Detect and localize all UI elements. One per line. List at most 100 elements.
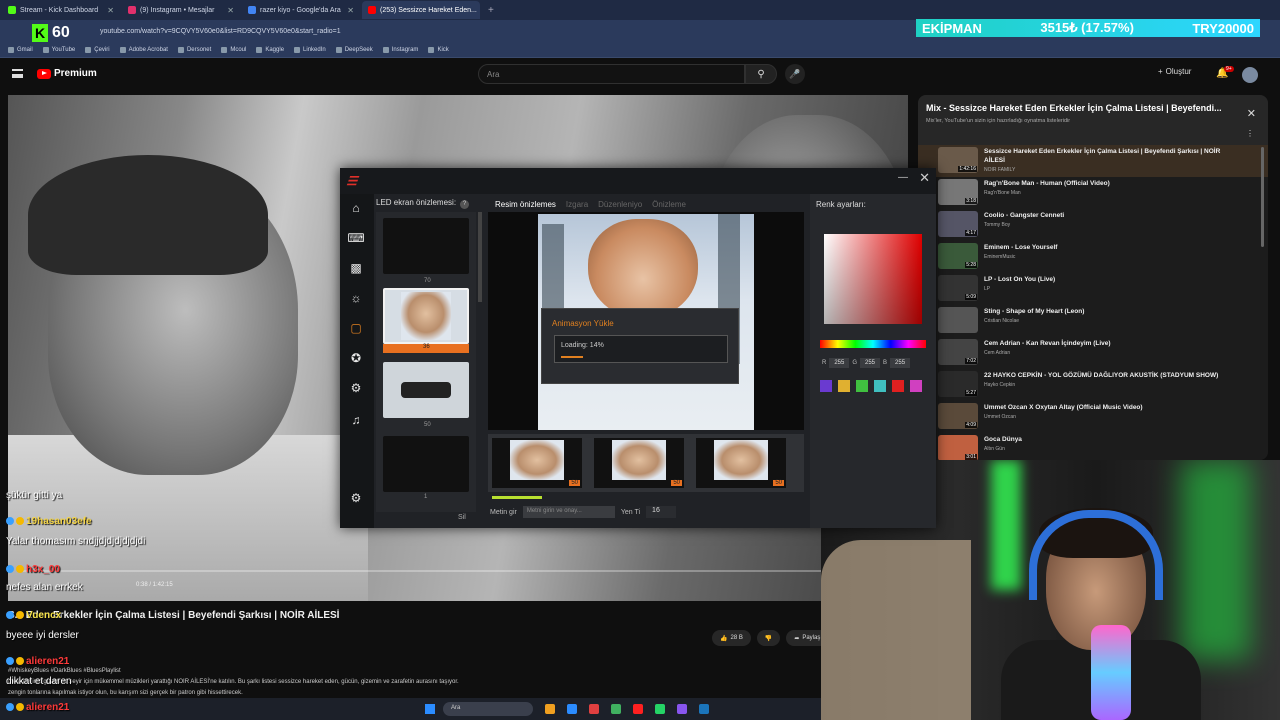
discord-icon[interactable]: [677, 704, 687, 714]
playlist-item[interactable]: 3:18 Rag'n'Bone Man - Human (Official Vid…: [918, 177, 1268, 209]
color-gradient-picker[interactable]: [824, 234, 922, 324]
close-icon[interactable]: ✕: [919, 170, 930, 186]
ticker-right: TRY20000: [1192, 20, 1254, 36]
playlist-scrollbar[interactable]: [1261, 147, 1264, 247]
bookmark-item[interactable]: Kick: [428, 46, 449, 53]
bookmark-item[interactable]: Mcoul: [221, 46, 246, 53]
chat-username[interactable]: 19hasan03efe: [26, 516, 92, 527]
bookmark-item[interactable]: Adobe Acrobat: [119, 46, 168, 53]
lightbulb-icon[interactable]: ☼: [347, 290, 365, 306]
fox-thumbnail: [510, 440, 564, 480]
steam-icon[interactable]: [699, 704, 709, 714]
delete-button[interactable]: Sil: [458, 514, 466, 521]
playlist-title[interactable]: Mix - Sessizce Hareket Eden Erkekler İçi…: [926, 103, 1226, 113]
home-icon[interactable]: ⌂: [347, 200, 365, 216]
playlist-item[interactable]: Sting - Shape of My Heart (Leon) Cristian…: [918, 305, 1268, 337]
keyboard-icon[interactable]: ⌨: [347, 230, 365, 246]
url-field[interactable]: youtube.com/watch?v=9CQVY5V60e0&list=RD9…: [100, 28, 341, 35]
strip-frame-3[interactable]: 50: [696, 438, 786, 488]
chat-username[interactable]: h3x_00: [26, 564, 60, 575]
led-screen-icon[interactable]: ▢: [347, 320, 365, 336]
color-swatch[interactable]: [838, 380, 850, 392]
chat-username[interactable]: Vuencx: [26, 610, 61, 621]
youtube-logo[interactable]: Premium: [37, 68, 97, 79]
tab-grid[interactable]: Izgara: [566, 200, 588, 209]
playlist-item[interactable]: 1:42:16 Sessizce Hareket Eden Erkekler İç…: [918, 145, 1268, 177]
playlist-item[interactable]: 7:02 Cem Adrian - Kan Revan İçindeyim (Li…: [918, 337, 1268, 369]
led-list-scrollbar[interactable]: [478, 212, 482, 302]
app-icon[interactable]: [589, 704, 599, 714]
avatar[interactable]: [1242, 67, 1258, 83]
led-frame-1[interactable]: [383, 218, 469, 274]
bookmark-item[interactable]: Instagram: [382, 46, 418, 53]
dislike-button[interactable]: 👎: [756, 630, 781, 646]
close-icon[interactable]: ✕: [1247, 107, 1256, 120]
edge-icon[interactable]: [567, 704, 577, 714]
r-input[interactable]: 255: [829, 358, 850, 368]
strip-frame-2[interactable]: 50: [594, 438, 684, 488]
playlist-item[interactable]: 5:09 LP - Lost On You (Live) LP: [918, 273, 1268, 305]
music-icon[interactable]: ♫: [347, 412, 365, 428]
voice-search-button[interactable]: 🎤: [785, 64, 805, 84]
color-swatch[interactable]: [820, 380, 832, 392]
windows-start-icon[interactable]: [425, 704, 435, 714]
playlist-item[interactable]: 4:17 Coolio - Gangster Cenneti Tommy Boy: [918, 209, 1268, 241]
playlist-item[interactable]: 4:09 Ummet Ozcan X Oxytan Altay (Official…: [918, 401, 1268, 433]
bookmark-item[interactable]: LinkedIn: [294, 46, 326, 53]
playlist-item[interactable]: 5:28 Eminem - Lose Yourself EminemMusic: [918, 241, 1268, 273]
bookmark-item[interactable]: Gmail: [8, 46, 33, 53]
hue-slider[interactable]: [820, 340, 926, 348]
browser-tab[interactable]: (253) Sessizce Hareket Eden...✕: [362, 1, 480, 19]
chat-username[interactable]: alieren21: [26, 656, 69, 667]
bookmark-item[interactable]: Kaggle: [256, 46, 284, 53]
bookmark-item[interactable]: YouTube: [42, 46, 75, 53]
bookmark-item[interactable]: DeepSeek: [335, 46, 373, 53]
minimize-icon[interactable]: —: [898, 172, 908, 183]
g-input[interactable]: 255: [860, 358, 881, 368]
color-swatch[interactable]: [874, 380, 886, 392]
close-tab-icon[interactable]: ✕: [347, 6, 354, 15]
close-tab-icon[interactable]: ✕: [227, 6, 234, 15]
playlist-item[interactable]: 3:01 Goca Dünya Altın Gün: [918, 433, 1268, 460]
b-input[interactable]: 255: [890, 358, 911, 368]
led-frame-2-selected[interactable]: [383, 288, 469, 344]
browser-tab[interactable]: Stream - Kick Dashboard ✕: [2, 1, 120, 19]
chat-username[interactable]: alieren21: [26, 702, 69, 713]
font-size-input[interactable]: 16: [646, 506, 677, 518]
bookmark-item[interactable]: Dersonet: [177, 46, 211, 53]
tab-image-preview[interactable]: Resim önizlemes: [495, 200, 556, 209]
color-swatch[interactable]: [892, 380, 904, 392]
search-button[interactable]: ⚲: [745, 64, 777, 84]
text-input[interactable]: Metni girin ve onay...: [522, 506, 615, 518]
globe-icon[interactable]: ⚙: [347, 380, 365, 396]
bookmark-icon: [221, 46, 228, 53]
led-frame-3[interactable]: [383, 362, 469, 418]
terminal-icon[interactable]: ▩: [347, 260, 365, 276]
browser-tab[interactable]: razer kiyo - Google'da Ara ✕: [242, 1, 360, 19]
more-options-icon[interactable]: ⋮: [1246, 129, 1254, 138]
settings-gear-icon[interactable]: ⚙: [347, 490, 365, 506]
badge-icon[interactable]: ✪: [347, 350, 365, 366]
create-button[interactable]: + Oluştur: [1158, 67, 1191, 76]
color-swatch[interactable]: [856, 380, 868, 392]
like-button[interactable]: 👍 28 B: [712, 630, 751, 646]
led-frame-4[interactable]: [383, 436, 469, 492]
color-swatch[interactable]: [910, 380, 922, 392]
chrome-icon[interactable]: [611, 704, 621, 714]
new-tab-icon[interactable]: +: [488, 5, 494, 16]
playlist-item[interactable]: 5:27 22 HAYKO CEPKİN - YOL GÖZÜMÜ DAĞLIYO…: [918, 369, 1268, 401]
whatsapp-icon[interactable]: [655, 704, 665, 714]
tab-editing[interactable]: Düzenleniyo: [598, 200, 642, 209]
tab-preview[interactable]: Önizleme: [652, 200, 686, 209]
bookmark-icon: [335, 46, 342, 53]
close-tab-icon[interactable]: ✕: [107, 6, 114, 15]
taskbar-search[interactable]: Ara: [443, 702, 533, 716]
hamburger-menu-icon[interactable]: [12, 69, 23, 78]
folder-icon[interactable]: [545, 704, 555, 714]
help-icon[interactable]: ?: [460, 200, 470, 209]
youtube-icon[interactable]: [633, 704, 643, 714]
strip-frame-1[interactable]: 50: [492, 438, 582, 488]
bookmark-item[interactable]: Çeviri: [85, 46, 110, 53]
browser-tab[interactable]: (9) Instagram • Mesajlar ✕: [122, 1, 240, 19]
search-input[interactable]: Ara: [478, 64, 745, 84]
